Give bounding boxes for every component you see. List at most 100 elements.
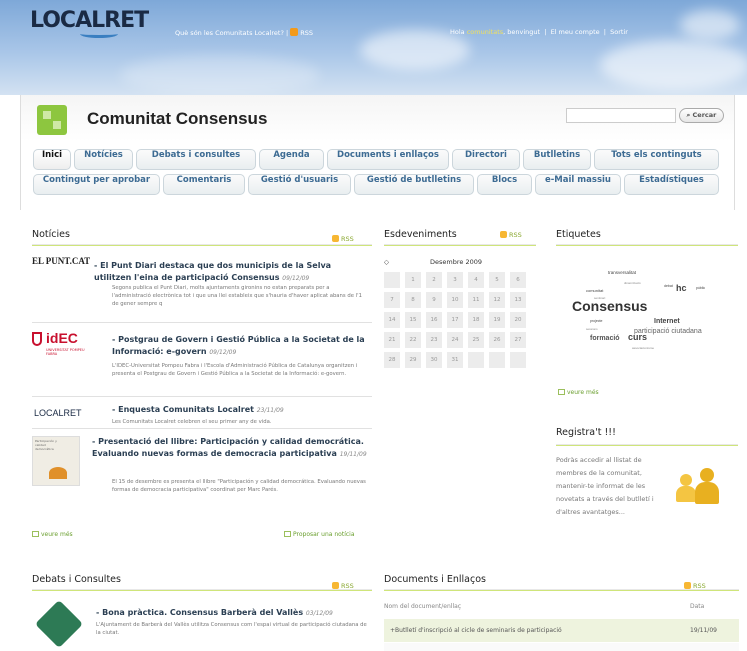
search-input[interactable]	[566, 108, 676, 123]
tag[interactable]: curs	[628, 332, 647, 342]
user-links: Hola comunitats, benvingut | El meu comp…	[450, 28, 628, 36]
calendar-day[interactable]	[489, 352, 505, 368]
tab-tots[interactable]: Tots els continguts	[594, 149, 719, 170]
tag[interactable]: projecte	[590, 319, 602, 323]
tab-gestio-usuaris[interactable]: Gestió d'usuaris	[248, 174, 351, 195]
tag[interactable]: comunitat	[586, 288, 603, 293]
calendar-day[interactable]: 27	[510, 332, 526, 348]
tab-email-massiu[interactable]: e-Mail massiu	[535, 174, 621, 195]
calendar-day[interactable]	[384, 272, 400, 288]
calendar-day[interactable]: 29	[405, 352, 421, 368]
documents-rss-link[interactable]: RSS	[684, 581, 706, 591]
calendar-day[interactable]: 3	[447, 272, 463, 288]
greeting-prefix: Hola	[450, 28, 465, 36]
tag[interactable]: formació	[590, 335, 620, 342]
calendar-day[interactable]: 23	[426, 332, 442, 348]
tab-directori[interactable]: Directori	[452, 149, 520, 170]
calendar-day[interactable]: 25	[468, 332, 484, 348]
news-rss-link[interactable]: RSS	[332, 234, 354, 244]
calendar-day[interactable]: 2	[426, 272, 442, 288]
rss-icon	[332, 235, 339, 242]
tab-butlletins[interactable]: Butlletins	[523, 149, 591, 170]
debate-headline[interactable]: - Bona pràctica. Consensus Barberà del V…	[96, 607, 370, 619]
news-headline[interactable]: - Enquesta Comunitats Localret 23/11/09	[112, 404, 370, 416]
events-section: Esdeveniments RSS ◇ Desembre 2009 123456…	[384, 228, 536, 368]
tag[interactable]: Internet	[654, 318, 680, 325]
tags-see-more-link[interactable]: veure més	[558, 388, 599, 397]
calendar-day[interactable]: 4	[468, 272, 484, 288]
document-name-link[interactable]: +Butlletí d'inscripció al cicle de semin…	[390, 619, 562, 642]
debates-rss-link[interactable]: RSS	[332, 581, 354, 591]
calendar-day[interactable]: 11	[468, 292, 484, 308]
news-headline[interactable]: - Presentació del llibre: Participación …	[92, 436, 370, 460]
my-account-link[interactable]: El meu compte	[551, 28, 600, 36]
calendar-day[interactable]: 22	[405, 332, 421, 348]
calendar-day[interactable]: 12	[489, 292, 505, 308]
calendar-day[interactable]: 19	[489, 312, 505, 328]
news-see-more-link[interactable]: veure més	[32, 530, 73, 539]
events-rss-link[interactable]: RSS	[500, 230, 522, 240]
tab-blocs[interactable]: Blocs	[477, 174, 532, 195]
header-rss-link[interactable]: RSS	[300, 29, 313, 37]
tab-noticies[interactable]: Notícies	[74, 149, 133, 170]
tag[interactable]: públic	[696, 286, 705, 290]
divider	[32, 322, 372, 323]
calendar-day[interactable]: 31	[447, 352, 463, 368]
calendar-day[interactable]: 9	[426, 292, 442, 308]
tag[interactable]: transversalitat	[608, 270, 636, 275]
tab-contingut-aprobar[interactable]: Contingut per aprobar	[33, 174, 160, 195]
calendar-day[interactable]: 7	[384, 292, 400, 308]
calendar-day[interactable]: 20	[510, 312, 526, 328]
username-link[interactable]: comunitats	[467, 28, 503, 36]
calendar-day[interactable]	[510, 352, 526, 368]
barbera-shield-icon	[34, 599, 84, 649]
register-title[interactable]: Registra't !!!	[556, 426, 738, 440]
calendar-day[interactable]: 17	[447, 312, 463, 328]
news-headline[interactable]: - El Punt Diari destaca que dos municipi…	[94, 260, 370, 284]
news-summary: Segons publica el Punt Diari, molts ajun…	[112, 285, 362, 307]
calendar-day[interactable]: 6	[510, 272, 526, 288]
tag[interactable]: Consensus	[572, 298, 647, 314]
section-rule	[556, 444, 738, 446]
site-header: LOCALRET Què són les Comunitats Localret…	[0, 0, 747, 95]
tag[interactable]: hc	[676, 283, 687, 293]
documents-section: Documents i Enllaços RSS Nom del documen…	[384, 573, 739, 610]
tab-agenda[interactable]: Agenda	[259, 149, 324, 170]
calendar-day[interactable]: 1	[405, 272, 421, 288]
calendar-day[interactable]: 26	[489, 332, 505, 348]
logout-link[interactable]: Sortir	[610, 28, 628, 36]
news-headline[interactable]: - Postgrau de Govern i Gestió Pública a …	[112, 334, 370, 358]
tab-gestio-butlletins[interactable]: Gestió de butlletins	[354, 174, 474, 195]
tab-comentaris[interactable]: Comentaris	[163, 174, 245, 195]
table-row[interactable]: +Butlletí d'inscripció al cicle de semin…	[384, 619, 739, 642]
calendar-day[interactable]: 5	[489, 272, 505, 288]
tag[interactable]: dinamització	[624, 281, 641, 285]
tag[interactable]: associacionisme	[632, 346, 654, 350]
calendar-day[interactable]: 21	[384, 332, 400, 348]
section-rule	[384, 244, 536, 246]
calendar-day[interactable]: 16	[426, 312, 442, 328]
calendar-day[interactable]: 8	[405, 292, 421, 308]
tab-estadistiques[interactable]: Estadístiques	[624, 174, 719, 195]
rss-icon[interactable]	[290, 28, 299, 36]
document-date: 19/11/09	[690, 627, 717, 634]
calendar-day[interactable]: 10	[447, 292, 463, 308]
news-summary: L'IDEC-Universitat Pompeu Fabra i l'Esco…	[112, 363, 358, 377]
search-button[interactable]: ⌕ Cercar	[679, 108, 724, 123]
tab-inici[interactable]: Inici	[33, 149, 71, 170]
propose-news-link[interactable]: Proposar una notícia	[284, 530, 355, 539]
calendar-day[interactable]: 13	[510, 292, 526, 308]
tab-debats[interactable]: Debats i consultes	[136, 149, 256, 170]
calendar-prev-icon[interactable]: ◇	[384, 258, 389, 266]
calendar-day[interactable]: 18	[468, 312, 484, 328]
tag[interactable]: debat	[664, 284, 673, 288]
calendar-day[interactable]: 14	[384, 312, 400, 328]
calendar-day[interactable]: 24	[447, 332, 463, 348]
tab-documents[interactable]: Documents i enllaços	[327, 149, 449, 170]
tag[interactable]: sessions	[586, 327, 598, 331]
calendar-day[interactable]	[468, 352, 484, 368]
calendar-day[interactable]: 28	[384, 352, 400, 368]
calendar-day[interactable]: 15	[405, 312, 421, 328]
what-are-communities-link[interactable]: Què són les Comunitats Localret?	[175, 29, 284, 37]
calendar-day[interactable]: 30	[426, 352, 442, 368]
